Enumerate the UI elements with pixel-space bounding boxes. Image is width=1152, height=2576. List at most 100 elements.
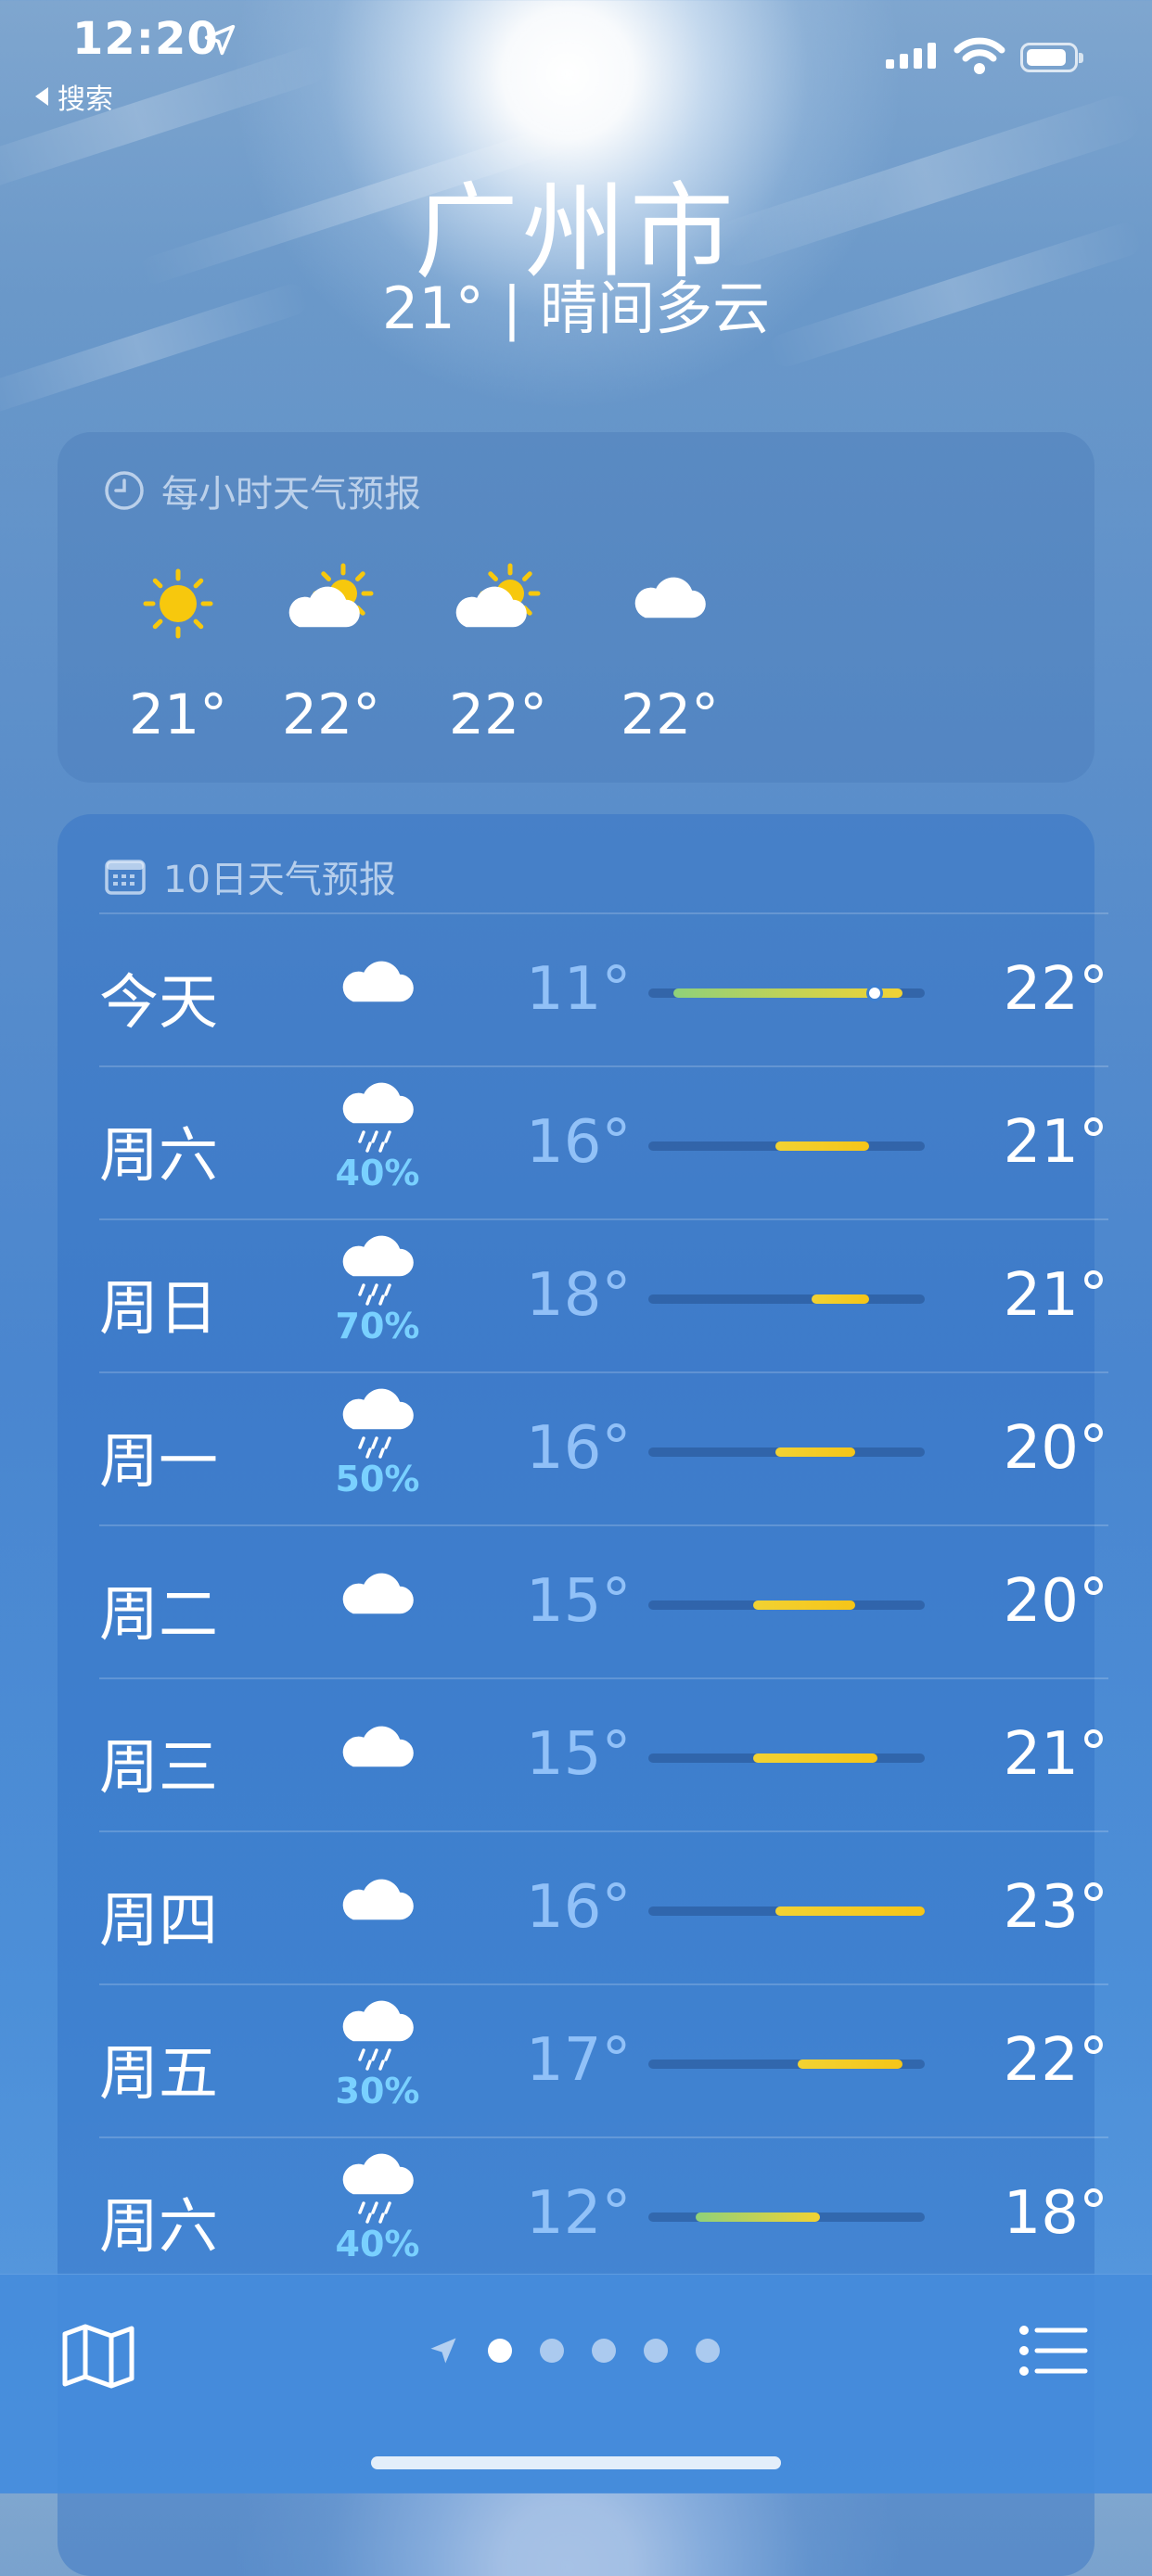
temp-range-bar: [648, 985, 925, 1001]
temp-range-fill: [797, 2060, 903, 2069]
temp-range-fill: [775, 1141, 870, 1151]
rain-icon: 70%: [326, 1233, 429, 1346]
low-temp: 12°: [526, 2179, 632, 2248]
precip-chance: 50%: [335, 1459, 420, 1499]
hourly-item: 22°: [405, 562, 591, 747]
temp-range-bar: [648, 1141, 925, 1151]
battery-icon: [1020, 43, 1083, 72]
status-time: 12:20: [72, 13, 219, 65]
hourly-item: 22°: [238, 562, 424, 747]
clock-icon: [105, 471, 144, 510]
precip-chance: 40%: [335, 1153, 420, 1193]
low-temp: 16°: [526, 1873, 632, 1942]
daily-title-text: 10日天气预报: [163, 859, 396, 901]
high-temp: 22°: [1003, 955, 1108, 1024]
rain-icon: 40%: [326, 1080, 429, 1193]
rain-icon: 40%: [326, 2151, 429, 2264]
rain-icon: 30%: [326, 1998, 429, 2111]
temp-range-bar: [648, 1294, 925, 1304]
high-temp: 21°: [1003, 1108, 1108, 1177]
bottom-toolbar: [0, 2274, 1152, 2493]
hourly-temp: 22°: [281, 682, 381, 747]
page-dot[interactable]: [644, 2339, 668, 2363]
cloud-icon: [326, 1720, 429, 1789]
temp-range-fill: [695, 2213, 820, 2222]
page-dot[interactable]: [696, 2339, 720, 2363]
cellular-signal-icon: [886, 43, 936, 69]
day-label: 周一: [99, 1428, 218, 1497]
daily-row[interactable]: 周一 50% 16° 20°: [99, 1371, 1108, 1526]
high-temp: 22°: [1003, 2026, 1108, 2095]
day-label: 周四: [99, 1887, 218, 1956]
back-to-search-button[interactable]: 搜索: [35, 76, 113, 117]
low-temp: 16°: [526, 1108, 632, 1177]
daily-row[interactable]: 周六 40% 12° 18°: [99, 2136, 1108, 2291]
page-dot[interactable]: [592, 2339, 616, 2363]
low-temp: 17°: [526, 2026, 632, 2095]
day-label: 周六: [99, 2193, 218, 2262]
low-temp: 11°: [526, 955, 632, 1024]
current-temp-marker: [866, 985, 884, 1001]
partly-cloudy-icon: [405, 562, 591, 645]
day-label: 周二: [99, 1581, 218, 1650]
back-triangle-icon: [35, 87, 48, 106]
low-temp: 15°: [526, 1720, 632, 1789]
high-temp: 20°: [1003, 1567, 1108, 1636]
map-icon[interactable]: [61, 2323, 135, 2390]
daily-row[interactable]: 周四 16° 23°: [99, 1830, 1108, 1985]
day-label: 周六: [99, 1122, 218, 1191]
temp-range-fill: [753, 1753, 878, 1763]
location-arrow-icon: [204, 24, 236, 56]
status-bar: 12:20 搜索: [0, 0, 1152, 116]
temp-range-fill: [775, 1906, 925, 1916]
cloud-icon: [326, 1873, 429, 1942]
day-label: 今天: [99, 969, 218, 1038]
page-dot[interactable]: [488, 2339, 512, 2363]
day-label: 周日: [99, 1275, 218, 1344]
high-temp: 20°: [1003, 1414, 1108, 1483]
partly-cloudy-icon: [238, 562, 424, 645]
daily-row[interactable]: 周二 15° 20°: [99, 1524, 1108, 1679]
temp-range-bar: [648, 2213, 925, 2222]
daily-row[interactable]: 周六 40% 16° 21°: [99, 1065, 1108, 1220]
temp-range-bar: [648, 1753, 925, 1763]
precip-chance: 70%: [335, 1306, 420, 1346]
cloud-icon: [326, 1567, 429, 1636]
cloud-icon: [577, 562, 762, 645]
day-label: 周五: [99, 2040, 218, 2109]
current-summary: 21° | 晴间多云: [381, 274, 771, 342]
low-temp: 15°: [526, 1567, 632, 1636]
city-list-icon[interactable]: [1018, 2323, 1089, 2378]
high-temp: 21°: [1003, 1261, 1108, 1330]
low-temp: 16°: [526, 1414, 632, 1483]
day-label: 周三: [99, 1734, 218, 1803]
page-dot[interactable]: [540, 2339, 564, 2363]
temp-range-fill: [753, 1600, 856, 1610]
page-indicator[interactable]: [427, 2334, 720, 2367]
temp-range-fill: [811, 1294, 870, 1304]
daily-row[interactable]: 周三 15° 21°: [99, 1677, 1108, 1832]
hourly-item: 22°: [577, 562, 762, 747]
hourly-title-text: 每小时天气预报: [161, 473, 421, 516]
temp-range-bar: [648, 1447, 925, 1457]
wifi-icon: [954, 37, 1005, 74]
current-location-page-icon[interactable]: [427, 2334, 460, 2367]
precip-chance: 40%: [335, 2224, 420, 2264]
daily-row[interactable]: 周五 30% 17° 22°: [99, 1983, 1108, 2138]
hourly-title: 每小时天气预报: [104, 464, 421, 517]
back-label: 搜索: [58, 83, 113, 116]
high-temp: 23°: [1003, 1873, 1108, 1942]
temp-range-bar: [648, 2060, 925, 2069]
hourly-temp: 22°: [448, 682, 548, 747]
calendar-icon: [105, 860, 146, 895]
rain-icon: 50%: [326, 1386, 429, 1499]
hourly-forecast-card[interactable]: 每小时天气预报 21° 22° 22° 22°: [58, 432, 1094, 783]
daily-row[interactable]: 周日 70% 18° 21°: [99, 1218, 1108, 1373]
high-temp: 21°: [1003, 1720, 1108, 1789]
home-indicator: [371, 2456, 781, 2469]
low-temp: 18°: [526, 1261, 632, 1330]
temp-range-bar: [648, 1906, 925, 1916]
high-temp: 18°: [1003, 2179, 1108, 2248]
daily-row[interactable]: 今天 11° 22°: [99, 912, 1108, 1067]
daily-title: 10日天气预报: [104, 849, 396, 903]
